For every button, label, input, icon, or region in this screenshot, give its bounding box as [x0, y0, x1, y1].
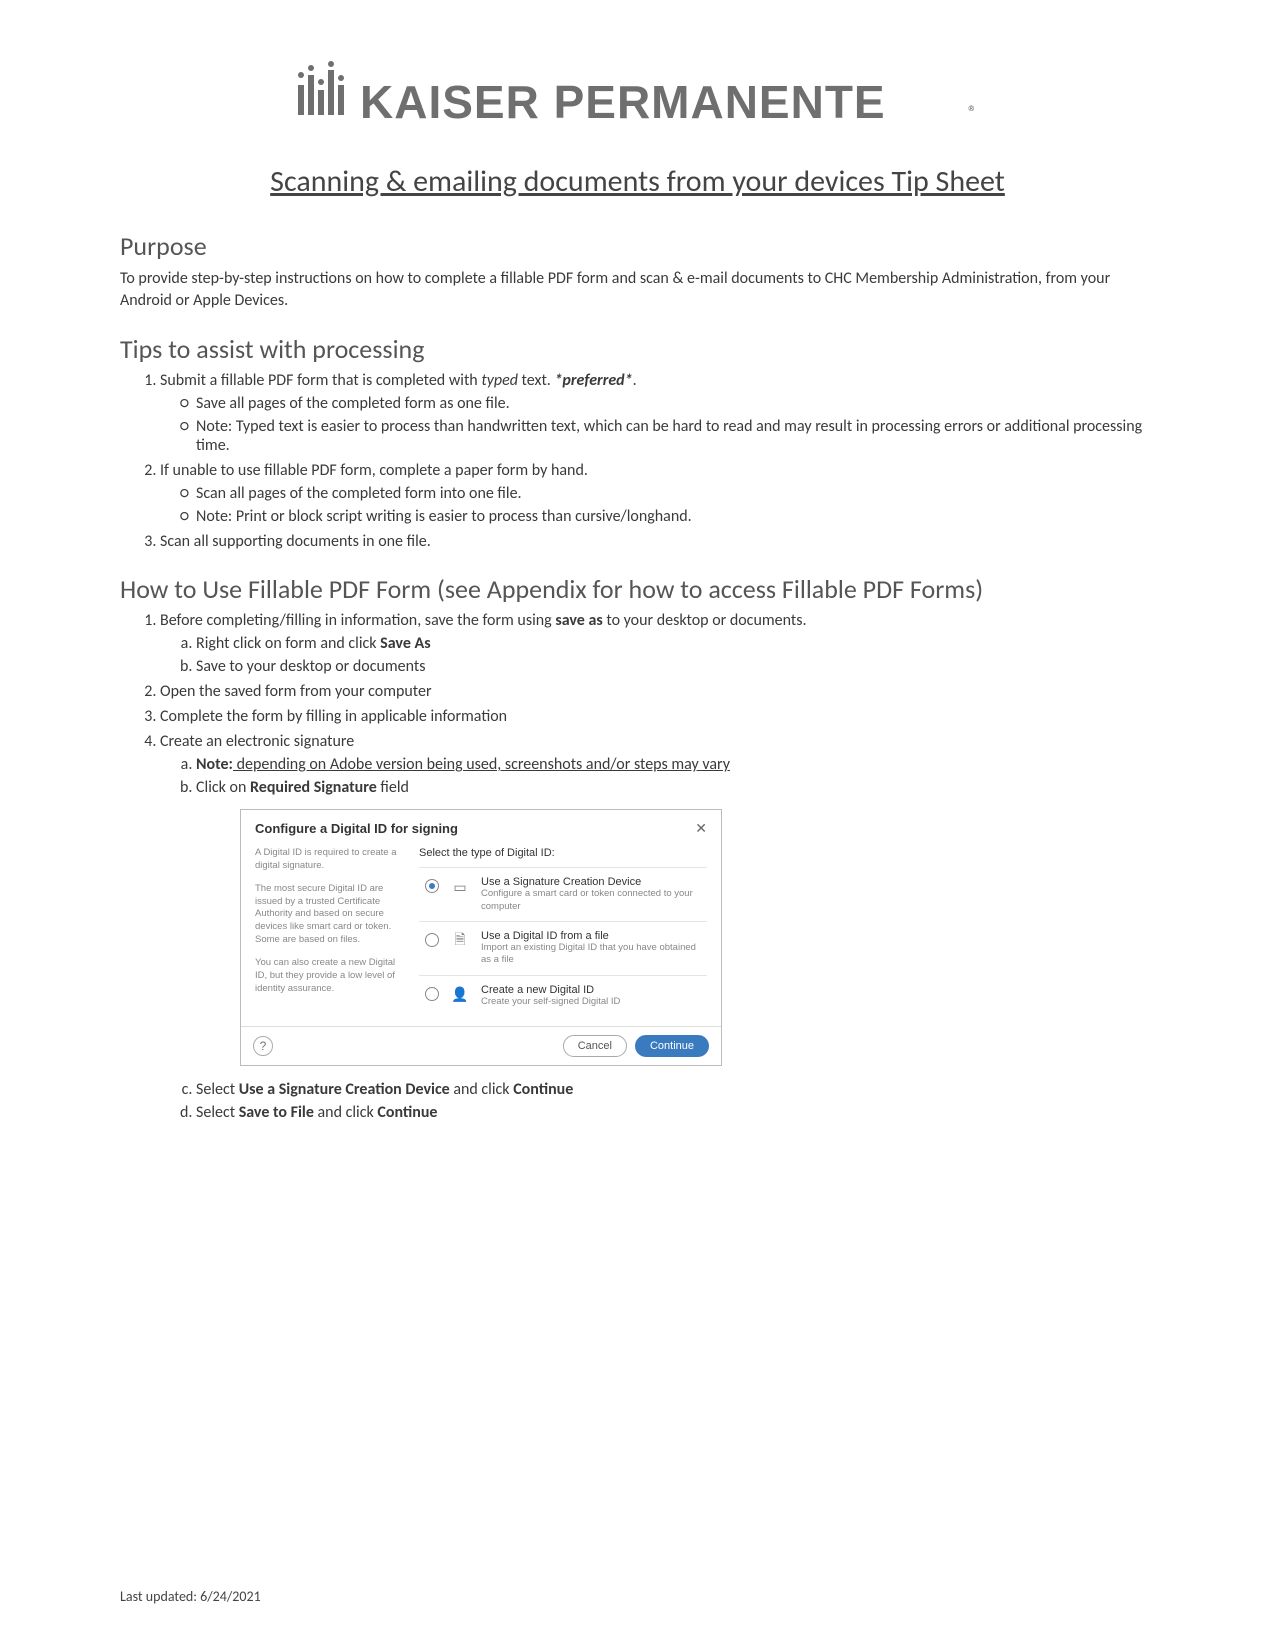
svg-text:®: ®	[968, 101, 977, 123]
howto-step: Open the saved form from your computer	[160, 682, 1155, 701]
tip-sub-item: Save all pages of the completed form as …	[196, 394, 1155, 413]
configure-digital-id-dialog: Configure a Digital ID for signing ✕ A D…	[240, 809, 722, 1066]
howto-substep: Save to your desktop or documents	[196, 657, 1155, 676]
tips-heading: Tips to assist with processing	[120, 333, 1155, 365]
device-icon: ▭	[449, 876, 471, 898]
option-create-digital-id[interactable]: 👤 Create a new Digital ID Create your se…	[419, 975, 707, 1016]
dialog-title: Configure a Digital ID for signing	[255, 821, 458, 836]
howto-step: Create an electronic signature Note: dep…	[160, 732, 1155, 1122]
tip-item: Submit a fillable PDF form that is compl…	[160, 371, 1155, 455]
last-updated: Last updated: 6/24/2021	[120, 1588, 261, 1605]
howto-substep: Select Use a Signature Creation Device a…	[196, 1080, 1155, 1099]
help-icon[interactable]: ?	[253, 1036, 273, 1056]
tip-sublist: Scan all pages of the completed form int…	[160, 484, 1155, 526]
brand-logo: KAISER PERMANENTE ®	[120, 60, 1155, 145]
howto-step: Complete the form by filling in applicab…	[160, 707, 1155, 726]
radio-icon[interactable]	[425, 933, 439, 947]
tip-sub-item: Note: Print or block script writing is e…	[196, 507, 1155, 526]
cancel-button[interactable]: Cancel	[563, 1035, 627, 1057]
option-signature-device[interactable]: ▭ Use a Signature Creation Device Config…	[419, 867, 707, 921]
howto-list: Before completing/filling in information…	[120, 611, 1155, 1122]
howto-substep: Click on Required Signature field	[196, 778, 1155, 797]
tip-item: If unable to use fillable PDF form, comp…	[160, 461, 1155, 526]
tips-list: Submit a fillable PDF form that is compl…	[120, 371, 1155, 551]
logo-text: KAISER PERMANENTE	[360, 76, 886, 128]
radio-icon[interactable]	[425, 987, 439, 1001]
id-badge-icon: 👤	[449, 984, 471, 1006]
tip-sub-item: Scan all pages of the completed form int…	[196, 484, 1155, 503]
document-title: Scanning & emailing documents from your …	[120, 163, 1155, 200]
dialog-help-text: A Digital ID is required to create a dig…	[255, 847, 405, 1016]
purpose-heading: Purpose	[120, 230, 1155, 262]
howto-substep: Note: depending on Adobe version being u…	[196, 755, 1155, 774]
close-icon[interactable]: ✕	[695, 820, 707, 837]
tip-item: Scan all supporting documents in one fil…	[160, 532, 1155, 551]
tip-sub-item: Note: Typed text is easier to process th…	[196, 417, 1155, 455]
howto-step: Before completing/filling in information…	[160, 611, 1155, 676]
purpose-body: To provide step-by-step instructions on …	[120, 268, 1155, 311]
dialog-subtitle: Select the type of Digital ID:	[419, 847, 707, 859]
tip-sublist: Save all pages of the completed form as …	[160, 394, 1155, 455]
howto-heading: How to Use Fillable PDF Form (see Append…	[120, 573, 1155, 605]
howto-substep: Right click on form and click Save As	[196, 634, 1155, 653]
howto-substep: Select Save to File and click Continue	[196, 1103, 1155, 1122]
radio-icon[interactable]	[425, 879, 439, 893]
option-digital-id-file[interactable]: 🗎 Use a Digital ID from a file Import an…	[419, 921, 707, 975]
continue-button[interactable]: Continue	[635, 1035, 709, 1057]
file-icon: 🗎	[449, 930, 471, 952]
